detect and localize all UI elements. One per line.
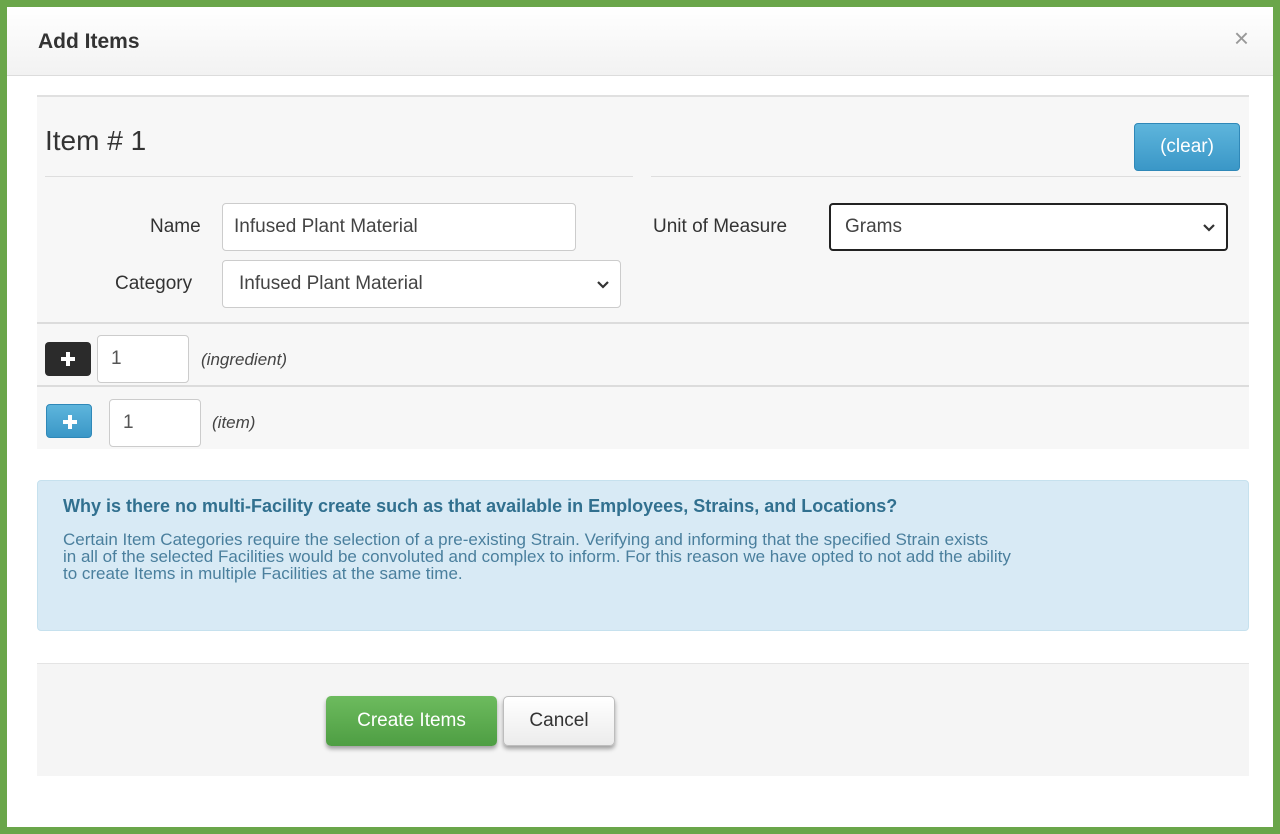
add-item-button[interactable]	[46, 404, 92, 438]
info-alert-body: Certain Item Categories require the sele…	[63, 531, 1203, 582]
info-alert: Why is there no multi-Facility create su…	[37, 480, 1249, 631]
chevron-down-icon	[1203, 224, 1215, 232]
plus-icon	[63, 415, 77, 429]
clear-button[interactable]: (clear)	[1134, 123, 1240, 171]
info-alert-title: Why is there no multi-Facility create su…	[63, 496, 898, 516]
modal-header: Add Items ×	[7, 7, 1273, 76]
item-panel: Item # 1 (clear) Name Infused Plant Mate…	[37, 95, 1249, 449]
category-label: Category	[115, 273, 193, 294]
info-alert-line: Certain Item Categories require the sele…	[63, 530, 989, 549]
close-icon[interactable]: ×	[1234, 25, 1249, 51]
section-divider	[37, 322, 1249, 324]
item-count-input[interactable]: 1	[109, 399, 201, 447]
info-alert-line: to create Items in multiple Facilities a…	[63, 564, 463, 583]
heading-divider-right	[651, 176, 1241, 177]
cancel-button[interactable]: Cancel	[503, 696, 615, 746]
add-ingredient-button[interactable]	[45, 342, 91, 376]
category-select[interactable]: Infused Plant Material	[222, 260, 621, 308]
unit-of-measure-label: Unit of Measure	[653, 216, 788, 237]
item-heading: Item # 1	[45, 125, 147, 156]
unit-of-measure-select[interactable]: Grams	[829, 203, 1228, 251]
add-items-modal: Add Items × Item # 1 (clear) Name Infuse…	[7, 7, 1273, 827]
ingredient-count-input[interactable]: 1	[97, 335, 189, 383]
info-alert-line: in all of the selected Facilities would …	[63, 547, 1011, 566]
name-label: Name	[150, 216, 201, 237]
modal-title: Add Items	[38, 30, 140, 53]
create-items-button[interactable]: Create Items	[326, 696, 497, 746]
category-selected-value: Infused Plant Material	[239, 273, 423, 294]
heading-divider-left	[45, 176, 633, 177]
chevron-down-icon	[597, 281, 609, 289]
unit-of-measure-selected-value: Grams	[845, 216, 902, 237]
plus-icon	[61, 352, 75, 366]
section-divider	[37, 385, 1249, 387]
ingredient-hint: (ingredient)	[201, 350, 287, 369]
item-hint: (item)	[212, 413, 256, 432]
modal-footer: Create Items Cancel	[37, 664, 1249, 776]
name-input[interactable]: Infused Plant Material	[222, 203, 576, 251]
